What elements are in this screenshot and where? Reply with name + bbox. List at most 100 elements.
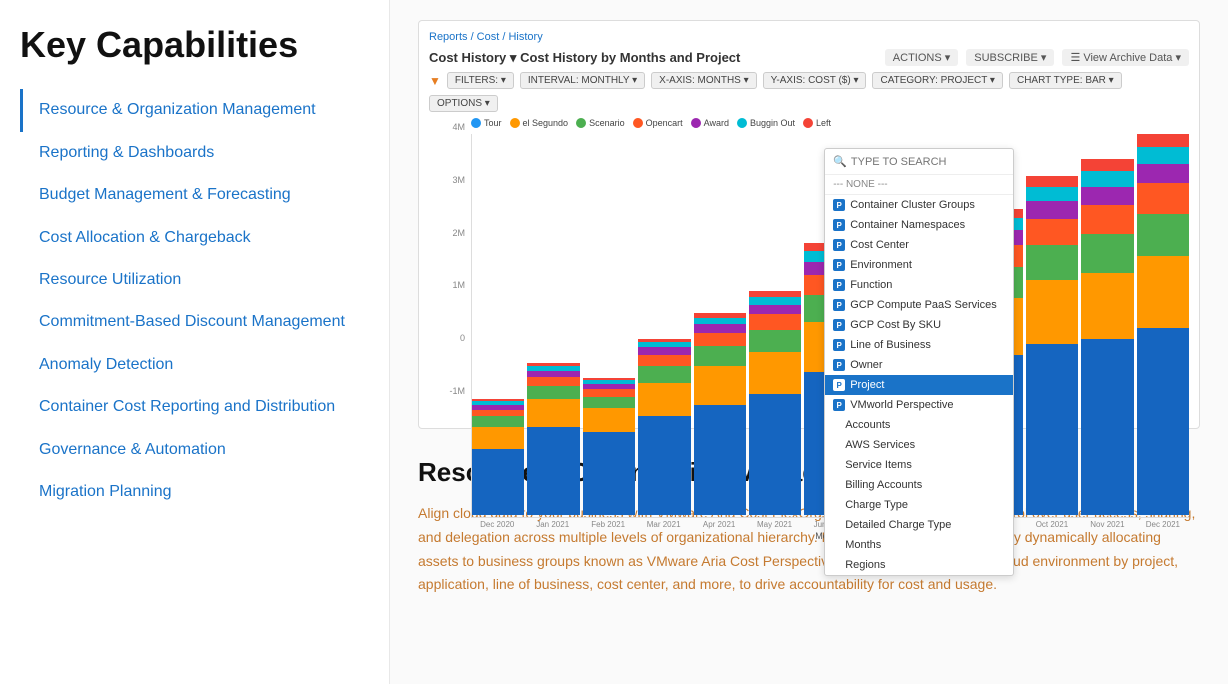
actions-button[interactable]: ACTIONS ▾ — [885, 49, 958, 66]
dropdown-item-label: Environment — [850, 259, 912, 271]
bar-stack — [472, 399, 524, 514]
filter-pill[interactable]: CATEGORY: PROJECT ▾ — [872, 72, 1003, 89]
filter-pill[interactable]: Y-AXIS: COST ($) ▾ — [763, 72, 867, 89]
x-axis-label: Apr 2021 — [693, 520, 745, 529]
bar-group — [749, 291, 801, 514]
nav-item-anomaly[interactable]: Anomaly Detection — [20, 344, 369, 386]
legend-dot — [737, 118, 747, 128]
dropdown-item[interactable]: PCost Center — [825, 235, 1013, 255]
bar-segment — [527, 386, 579, 399]
dropdown-item-label: Line of Business — [850, 339, 931, 351]
bar-segment — [472, 416, 524, 427]
chart-area: 4M3M2M1M0-1M Tourel SegundoScenarioOpenc… — [429, 118, 1189, 418]
dropdown-item-icon: P — [833, 379, 845, 391]
dropdown-item[interactable]: Months — [825, 535, 1013, 555]
filter-pill[interactable]: CHART TYPE: BAR ▾ — [1009, 72, 1122, 89]
y-axis-label: 3M — [452, 175, 465, 185]
content-area: Reports / Cost / History Cost History ▾ … — [390, 0, 1228, 684]
dropdown-item-label: Detailed Charge Type — [845, 519, 951, 531]
bar-segment — [749, 330, 801, 352]
subscribe-button[interactable]: SUBSCRIBE ▾ — [966, 49, 1054, 66]
dropdown-item[interactable]: PVMworld Perspective — [825, 395, 1013, 415]
nav-item-governance[interactable]: Governance & Automation — [20, 429, 369, 471]
chart-container: Reports / Cost / History Cost History ▾ … — [418, 20, 1200, 429]
bar-segment — [472, 427, 524, 449]
dropdown-item[interactable]: Regions — [825, 555, 1013, 575]
dropdown-item[interactable]: POwner — [825, 355, 1013, 375]
filter-pill[interactable]: FILTERS: ▾ — [447, 72, 514, 89]
dropdown-item[interactable]: Service Items — [825, 455, 1013, 475]
x-axis-label: Dec 2021 — [1137, 520, 1189, 529]
bar-segment — [1137, 134, 1189, 147]
nav-item-commitment[interactable]: Commitment-Based Discount Management — [20, 301, 369, 343]
dropdown-none-option[interactable]: --- NONE --- — [825, 175, 1013, 195]
dropdown-item-label: Function — [850, 279, 892, 291]
nav-item-migration[interactable]: Migration Planning — [20, 471, 369, 513]
dropdown-item[interactable]: P Function — [825, 275, 1013, 295]
nav-item-cost-alloc[interactable]: Cost Allocation & Chargeback — [20, 217, 369, 259]
dropdown-item[interactable]: AWS Services — [825, 435, 1013, 455]
legend-dot — [510, 118, 520, 128]
archive-button[interactable]: ☰ View Archive Data ▾ — [1062, 49, 1189, 66]
nav-item-budget[interactable]: Budget Management & Forecasting — [20, 174, 369, 216]
bar-segment — [1081, 159, 1133, 171]
filter-icon: ▼ — [429, 74, 441, 88]
bar-group — [527, 363, 579, 515]
dropdown-search: 🔍 — [825, 149, 1013, 175]
nav-item-resource-org[interactable]: Resource & Organization Management — [20, 89, 369, 131]
bar-group — [694, 313, 746, 514]
dropdown-item-icon: P — [833, 279, 845, 291]
nav-item-reporting[interactable]: Reporting & Dashboards — [20, 132, 369, 174]
legend-dot — [633, 118, 643, 128]
bar-segment — [583, 389, 635, 397]
x-axis-label: Mar 2021 — [637, 520, 689, 529]
dropdown-item[interactable]: PEnvironment — [825, 255, 1013, 275]
bar-segment — [1137, 147, 1189, 164]
chart-title: Cost History ▾ Cost History by Months an… — [429, 50, 740, 66]
dropdown-item-label: Billing Accounts — [845, 479, 922, 491]
bar-segment — [583, 408, 635, 432]
bar-segment — [638, 347, 690, 355]
x-axis-label: Jan 2021 — [526, 520, 578, 529]
dropdown-item-label: Owner — [850, 359, 882, 371]
dropdown-item[interactable]: Charge Type — [825, 495, 1013, 515]
bar-group — [472, 399, 524, 514]
chart-breadcrumb[interactable]: Reports / Cost / History — [429, 31, 1189, 43]
bar-group — [1081, 159, 1133, 514]
bar-stack — [694, 313, 746, 514]
x-axis-label: Nov 2021 — [1081, 520, 1133, 529]
y-axis-label: 2M — [452, 228, 465, 238]
dropdown-item[interactable]: Billing Accounts — [825, 475, 1013, 495]
bar-segment — [1026, 201, 1078, 219]
legend-dot — [691, 118, 701, 128]
bar-segment — [1137, 183, 1189, 214]
dropdown-item[interactable]: PGCP Cost By SKU — [825, 315, 1013, 335]
bar-stack — [638, 339, 690, 515]
bar-stack — [1137, 134, 1189, 515]
filter-pill[interactable]: OPTIONS ▾ — [429, 95, 498, 112]
nav-item-resource-util[interactable]: Resource Utilization — [20, 259, 369, 301]
legend-item: Tour — [471, 118, 502, 128]
dropdown-item[interactable]: PGCP Compute PaaS Services — [825, 295, 1013, 315]
filter-pill[interactable]: X-AXIS: MONTHS ▾ — [651, 72, 756, 89]
dropdown-item[interactable]: P Project — [825, 375, 1013, 395]
dropdown-item-label: GCP Compute PaaS Services — [850, 299, 997, 311]
legend-item: Scenario — [576, 118, 625, 128]
dropdown-item-label: Regions — [845, 559, 885, 571]
dropdown-item[interactable]: Accounts — [825, 415, 1013, 435]
nav-item-container-cost[interactable]: Container Cost Reporting and Distributio… — [20, 386, 369, 428]
bar-segment — [527, 427, 579, 515]
dropdown-item[interactable]: PLine of Business — [825, 335, 1013, 355]
dropdown-item[interactable]: PContainer Namespaces — [825, 215, 1013, 235]
dropdown-item-label: Project — [850, 379, 884, 391]
dropdown-search-input[interactable] — [851, 156, 1005, 168]
category-dropdown[interactable]: 🔍--- NONE ---PContainer Cluster GroupsPC… — [824, 148, 1014, 576]
filter-pill[interactable]: INTERVAL: MONTHLY ▾ — [520, 72, 645, 89]
dropdown-item[interactable]: PContainer Cluster Groups — [825, 195, 1013, 215]
bar-segment — [1081, 205, 1133, 234]
dropdown-item[interactable]: Detailed Charge Type — [825, 515, 1013, 535]
bar-segment — [749, 394, 801, 515]
bar-group — [638, 339, 690, 515]
bar-segment — [1081, 273, 1133, 339]
bar-segment — [1137, 256, 1189, 328]
